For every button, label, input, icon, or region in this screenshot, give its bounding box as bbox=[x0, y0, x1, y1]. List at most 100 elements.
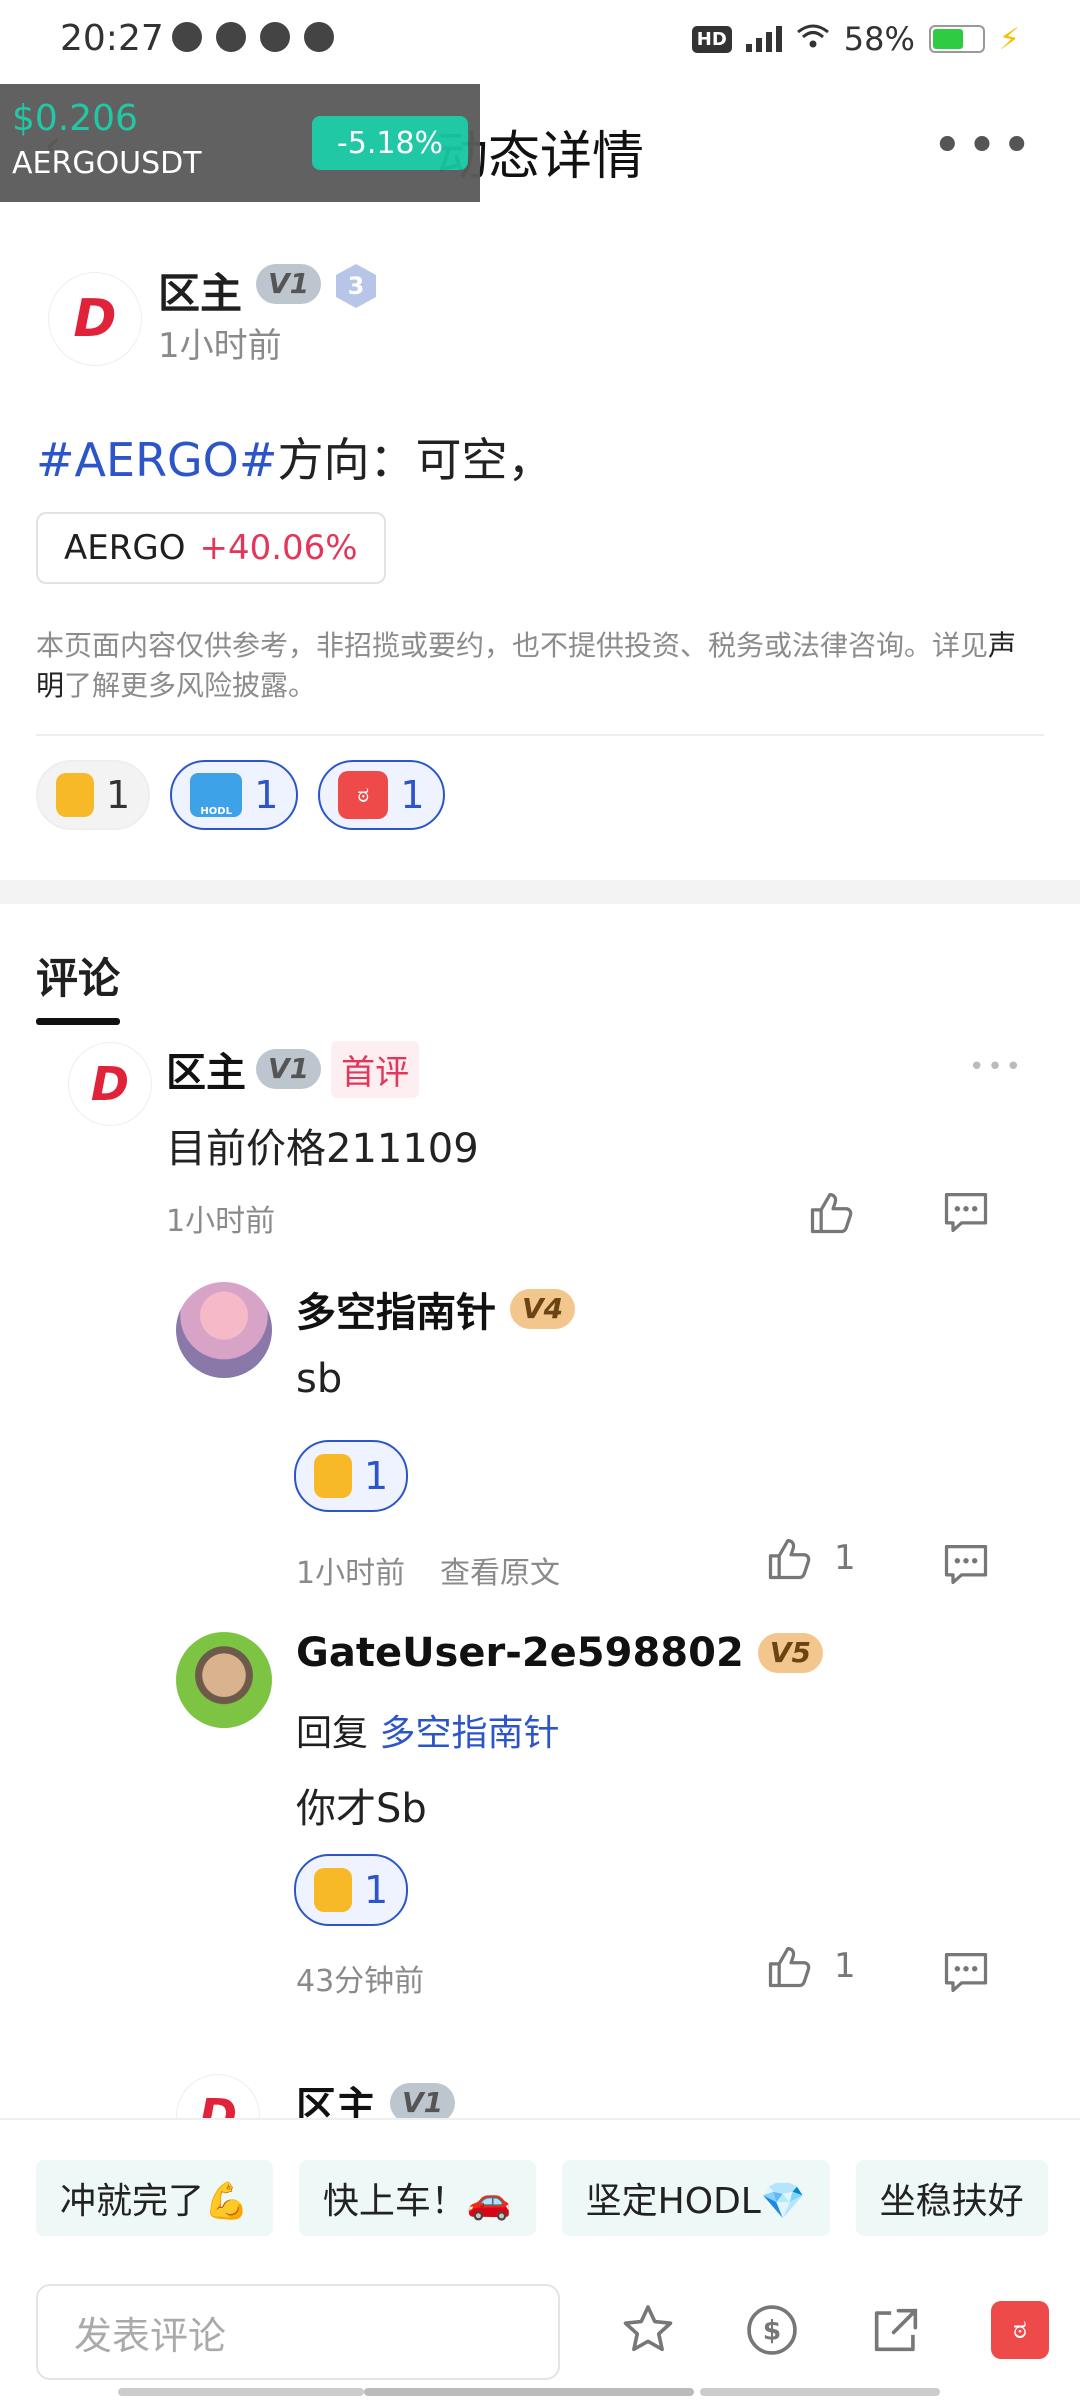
app-icon bbox=[216, 22, 246, 52]
commenter-name[interactable]: 区主 bbox=[296, 2074, 376, 2118]
widget-change: -5.18% bbox=[312, 116, 468, 170]
notification-icons bbox=[172, 22, 334, 52]
like-button[interactable]: 1 bbox=[764, 1532, 856, 1584]
scroll-indicator bbox=[364, 2388, 694, 2396]
comment-icon bbox=[944, 1193, 988, 1233]
reaction-count: 1 bbox=[364, 1454, 389, 1498]
comment-item: D 区主 V1 首评 ••• 目前价格211109 1小时前 bbox=[60, 1040, 1021, 1240]
widget-pair: AERGOUSDT bbox=[12, 146, 202, 181]
reply-item: GateUser-2e598802 V5 回复 多空指南针 你才Sb 1 43分… bbox=[176, 1630, 1020, 2030]
quick-reply-chip[interactable]: 快上车！🚗 bbox=[298, 2160, 536, 2236]
share-icon bbox=[874, 2308, 918, 2352]
rank-badge: 3 bbox=[336, 264, 376, 308]
comment-icon bbox=[944, 1953, 988, 1993]
level-badge: V4 bbox=[510, 1289, 576, 1329]
reply-button[interactable] bbox=[934, 1180, 998, 1244]
reaction-count: 1 bbox=[400, 773, 425, 817]
comment-time: 43分钟前 bbox=[296, 1964, 425, 1999]
more-options-icon[interactable]: ••• bbox=[932, 116, 1036, 176]
status-right: HD 58% ⚡ bbox=[691, 20, 1020, 58]
hd-icon: HD bbox=[691, 25, 732, 53]
thumbs-up-icon bbox=[768, 1539, 811, 1580]
floating-price-widget[interactable]: $0.206 AERGOUSDT -5.18% bbox=[0, 84, 480, 202]
like-count: 1 bbox=[834, 1538, 856, 1578]
reaction-button[interactable]: ಠ bbox=[988, 2298, 1052, 2362]
coin-chip[interactable]: AERGO +40.06% bbox=[36, 512, 386, 584]
tip-button[interactable]: $ bbox=[740, 2298, 804, 2362]
comment-time: 1小时前 bbox=[296, 1556, 406, 1591]
post-time: 1小时前 bbox=[158, 326, 282, 366]
qq-icon bbox=[260, 22, 290, 52]
avatar[interactable]: D bbox=[48, 272, 142, 366]
commenter-name[interactable]: 多空指南针 bbox=[296, 1280, 496, 1338]
battery-icon bbox=[928, 25, 985, 53]
reaction-thumbs-up[interactable]: 1 bbox=[294, 1440, 409, 1512]
avatar[interactable] bbox=[176, 1632, 272, 1728]
status-bar: 20:27 HD 58% ⚡ bbox=[0, 0, 1080, 84]
scroll-indicator bbox=[118, 2388, 364, 2396]
reaction-hodl[interactable]: HODL 1 bbox=[170, 760, 299, 830]
avatar[interactable]: D bbox=[68, 1042, 152, 1126]
angry-face-emoji-icon: ಠ bbox=[338, 771, 389, 819]
author-name[interactable]: 区主 bbox=[158, 260, 242, 321]
avatar[interactable]: D bbox=[176, 2074, 260, 2118]
section-separator bbox=[0, 880, 1080, 904]
message-icon bbox=[304, 22, 334, 52]
reply-prefix: 回复 bbox=[296, 1713, 369, 1754]
divider bbox=[36, 734, 1044, 736]
svg-text:$: $ bbox=[763, 2316, 782, 2347]
level-badge: V1 bbox=[256, 1049, 322, 1089]
quick-reply-chip[interactable]: 冲就完了💪 bbox=[36, 2160, 273, 2236]
reaction-angry[interactable]: ಠ 1 bbox=[318, 760, 445, 830]
thumbs-up-icon bbox=[768, 1947, 811, 1988]
thumbs-up-emoji-icon bbox=[56, 773, 94, 817]
tab-comments[interactable]: 评论 bbox=[36, 945, 120, 1006]
commenter-name[interactable]: 区主 bbox=[166, 1040, 246, 1098]
charging-icon: ⚡ bbox=[998, 21, 1020, 57]
like-button[interactable] bbox=[800, 1180, 864, 1244]
like-button[interactable]: 1 bbox=[764, 1940, 856, 1992]
favorite-button[interactable] bbox=[616, 2298, 680, 2362]
comment-text: sb bbox=[296, 1356, 343, 1402]
comment-text: 目前价格211109 bbox=[166, 1126, 479, 1172]
comment-time: 1小时前 bbox=[166, 1204, 276, 1239]
thumbs-up-emoji-icon bbox=[314, 1868, 352, 1912]
angry-face-emoji-icon: ಠ bbox=[991, 2301, 1049, 2359]
star-icon bbox=[623, 2305, 673, 2352]
post-reactions: 1 HODL 1 ಠ 1 bbox=[36, 760, 445, 830]
post-author: D 区主 V1 3 1小时前 bbox=[36, 260, 1036, 370]
coin-change: +40.06% bbox=[199, 528, 358, 568]
first-comment-tag: 首评 bbox=[331, 1040, 420, 1098]
hashtag-link[interactable]: #AERGO# bbox=[36, 433, 277, 487]
status-time: 20:27 bbox=[60, 18, 164, 59]
disclaimer: 本页面内容仅供参考，非招揽或要约，也不提供投资、税务或法律咨询。详见声明了解更多… bbox=[36, 626, 1036, 706]
comment-icon bbox=[944, 1545, 988, 1585]
widget-price: $0.206 bbox=[12, 98, 138, 139]
reply-button[interactable] bbox=[934, 1532, 998, 1596]
comment-text: 你才Sb bbox=[296, 1786, 427, 1832]
share-button[interactable] bbox=[864, 2298, 928, 2362]
post-text: 方向：可空， bbox=[277, 433, 554, 487]
quick-reply-chip[interactable]: 坐稳扶好 bbox=[855, 2160, 1048, 2236]
quick-reply-chip[interactable]: 坚定HODL💎 bbox=[561, 2160, 830, 2236]
reaction-count: 1 bbox=[106, 773, 131, 817]
level-badge: V5 bbox=[757, 1633, 823, 1673]
comment-input[interactable]: 发表评论 bbox=[36, 2284, 560, 2380]
comment-item-partial: D 区主 V1 bbox=[176, 2074, 876, 2118]
scroll-indicator bbox=[700, 2388, 940, 2396]
comment-more-icon[interactable]: ••• bbox=[969, 1052, 1024, 1082]
commenter-name[interactable]: GateUser-2e598802 bbox=[296, 1630, 744, 1676]
post-content: #AERGO#方向：可空， bbox=[36, 424, 553, 490]
reaction-thumbs-up[interactable]: 1 bbox=[294, 1854, 409, 1926]
tab-indicator bbox=[36, 1018, 120, 1025]
battery-percent: 58% bbox=[843, 20, 915, 58]
coin-icon: $ bbox=[747, 2305, 797, 2355]
reply-to-link[interactable]: 多空指南针 bbox=[379, 1713, 559, 1754]
wechat-icon bbox=[172, 22, 202, 52]
reply-button[interactable] bbox=[934, 1940, 998, 2004]
reaction-thumbs-up[interactable]: 1 bbox=[36, 760, 151, 830]
like-count: 1 bbox=[834, 1946, 856, 1986]
view-original-link[interactable]: 查看原文 bbox=[440, 1548, 560, 1592]
avatar[interactable] bbox=[176, 1282, 272, 1378]
wifi-icon bbox=[796, 20, 830, 58]
